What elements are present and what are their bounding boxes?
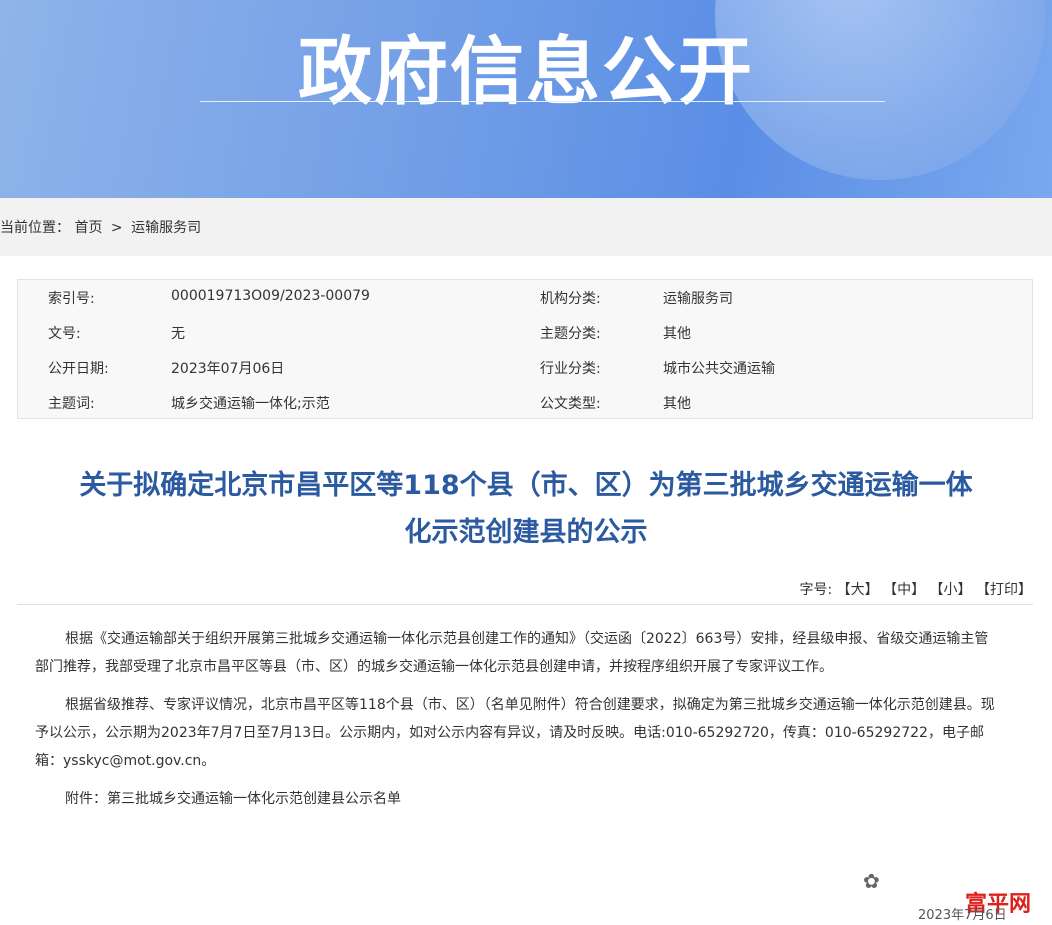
watermark: ✿ 富平网 2023年7月6日 [863, 862, 1052, 925]
banner-divider [200, 101, 885, 102]
font-medium-button[interactable]: 【中】 [883, 582, 925, 598]
wechat-icon: ✿ [863, 869, 880, 893]
meta-key: 机构分类: [540, 291, 601, 307]
font-size-label: 字号: [799, 582, 833, 598]
article-body: 根据《交通运输部关于组织开展第三批城乡交通运输一体化示范县创建工作的通知》（交运… [35, 625, 995, 823]
document-meta-table: 索引号: 000019713O09/2023-00079 机构分类: 运输服务司… [17, 279, 1033, 419]
banner-title: 政府信息公开 [298, 29, 754, 115]
meta-key: 公开日期: [48, 361, 109, 377]
article-paragraph: 根据《交通运输部关于组织开展第三批城乡交通运输一体化示范县创建工作的通知》（交运… [35, 631, 989, 675]
content-divider [17, 604, 1033, 605]
publish-date: 2023年7月6日 [918, 908, 1007, 923]
meta-key: 主题词: [48, 396, 95, 412]
article-title-line-2: 化示范创建县的公示 [404, 517, 648, 548]
meta-value: 运输服务司 [663, 291, 733, 307]
meta-value: 无 [171, 326, 185, 342]
print-button[interactable]: 【打印】 [976, 582, 1032, 598]
breadcrumb-home-link[interactable]: 首页 [74, 220, 102, 236]
font-size-toolbar: 字号: 【大】 【中】 【小】 【打印】 [799, 579, 1032, 599]
meta-key: 主题分类: [540, 326, 601, 342]
article-title: 关于拟确定北京市昌平区等118个县（市、区）为第三批城乡交通运输一体 化示范创建… [20, 462, 1032, 556]
meta-row: 主题词: 城乡交通运输一体化;示范 公文类型: 其他 [18, 393, 1032, 428]
meta-value: 城市公共交通运输 [663, 361, 775, 377]
meta-value: 2023年07月06日 [171, 361, 285, 377]
meta-row: 文号: 无 主题分类: 其他 [18, 323, 1032, 358]
banner: 政府信息公开 [0, 0, 1052, 198]
meta-value: 000019713O09/2023-00079 [171, 288, 370, 304]
article-attachment-link[interactable]: 附件：第三批城乡交通运输一体化示范创建县公示名单 [35, 785, 995, 813]
meta-key: 公文类型: [540, 396, 601, 412]
meta-value: 其他 [663, 396, 691, 412]
meta-value: 城乡交通运输一体化;示范 [171, 396, 330, 412]
breadcrumb-prefix: 当前位置： [0, 220, 70, 236]
meta-row: 公开日期: 2023年07月06日 行业分类: 城市公共交通运输 [18, 358, 1032, 393]
breadcrumb-bar: 当前位置： 首页 > 运输服务司 [0, 198, 1052, 256]
font-small-button[interactable]: 【小】 [930, 582, 972, 598]
meta-value: 其他 [663, 326, 691, 342]
meta-row: 索引号: 000019713O09/2023-00079 机构分类: 运输服务司 [18, 288, 1032, 323]
article-paragraph: 根据省级推荐、专家评议情况，北京市昌平区等118个县（市、区）（名单见附件）符合… [35, 697, 995, 769]
breadcrumb: 当前位置： 首页 > 运输服务司 [0, 217, 201, 237]
font-large-button[interactable]: 【大】 [837, 582, 879, 598]
breadcrumb-section-link[interactable]: 运输服务司 [131, 220, 201, 236]
meta-key: 文号: [48, 326, 81, 342]
article-title-line-1: 关于拟确定北京市昌平区等118个县（市、区）为第三批城乡交通运输一体 [79, 470, 973, 501]
meta-key: 行业分类: [540, 361, 601, 377]
breadcrumb-separator: > [110, 220, 123, 236]
meta-key: 索引号: [48, 291, 95, 307]
